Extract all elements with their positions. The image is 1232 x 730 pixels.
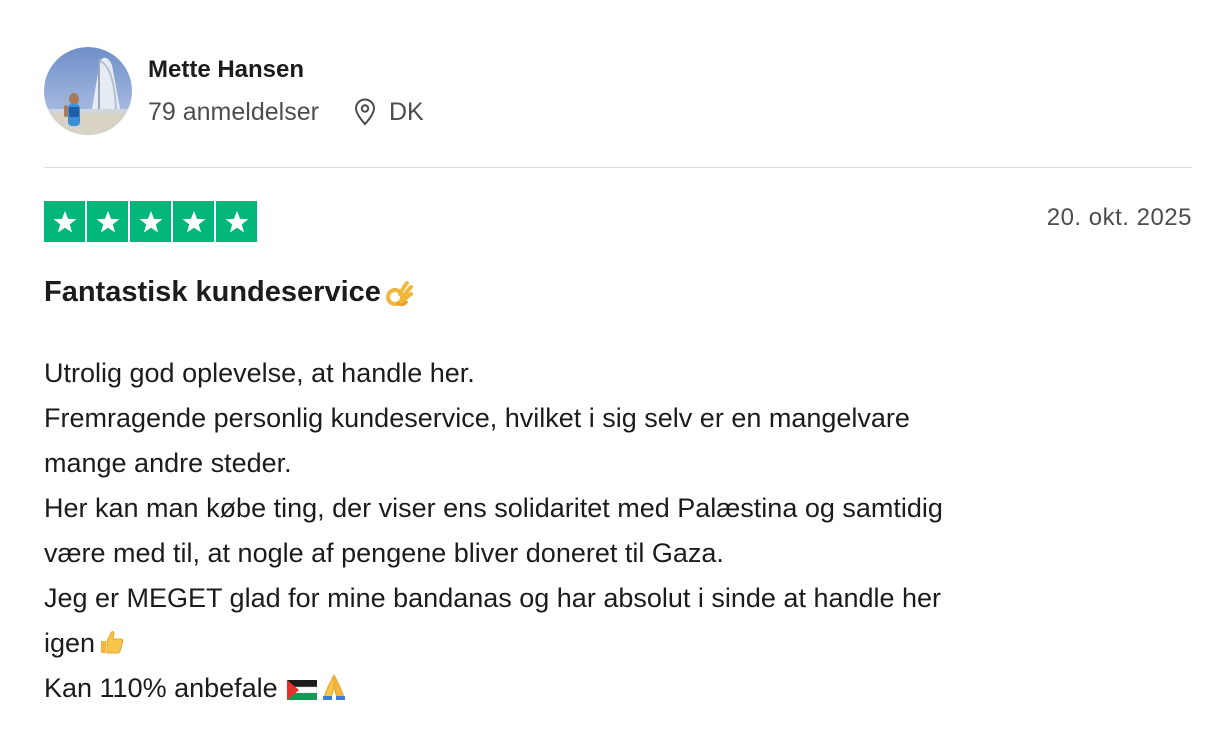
review-body: Utrolig god oplevelse, at handle her. Fr…: [44, 351, 1184, 711]
review-body-line: være med til, at nogle af pengene bliver…: [44, 538, 724, 568]
folded-hands-icon: [323, 674, 346, 700]
review-title[interactable]: Fantastisk kundeservice: [44, 276, 415, 309]
location-pin-icon: [354, 98, 375, 126]
thumbs-up-icon: [101, 631, 124, 654]
star-icon: [130, 201, 171, 242]
star-icon: [44, 201, 85, 242]
review-date: 20. okt. 2025: [1046, 204, 1192, 231]
star-icon: [87, 201, 128, 242]
reviewer-name[interactable]: Mette Hansen: [148, 55, 424, 85]
review-card: Mette Hansen 79 anmeldelser DK 20. okt. …: [44, 0, 1192, 730]
star-icon: [216, 201, 257, 242]
country-code: DK: [388, 98, 424, 126]
ok-hand-icon: [385, 280, 413, 306]
review-body-line: mange andre steder.: [44, 448, 292, 478]
review-body-line: Her kan man købe ting, der viser ens sol…: [44, 493, 943, 523]
reviewer-location: DK: [353, 97, 424, 127]
avatar[interactable]: [44, 47, 132, 135]
review-body-line-wrap: igen: [44, 621, 1184, 666]
divider: [44, 167, 1192, 168]
reviewer-meta: 79 anmeldelser DK: [148, 97, 424, 127]
avatar-photo: [44, 47, 132, 135]
review-body-line: Jeg er MEGET glad for mine bandanas og h…: [44, 583, 942, 613]
review-body-line: Fremragende personlig kundeservice, hvil…: [44, 403, 910, 433]
review-body-line: Kan 110% anbefale: [44, 673, 286, 703]
reviews-count[interactable]: 79 anmeldelser: [148, 97, 319, 127]
review-body-line-wrap: Kan 110% anbefale: [44, 666, 1184, 711]
reviewer-header: Mette Hansen 79 anmeldelser DK: [44, 46, 424, 136]
star-rating: [44, 201, 257, 242]
reviewer-info: Mette Hansen 79 anmeldelser DK: [148, 55, 424, 127]
palestine-flag-icon: [287, 680, 318, 700]
review-body-line: Utrolig god oplevelse, at handle her.: [44, 358, 475, 388]
review-body-line: igen: [44, 628, 96, 658]
review-title-text: Fantastisk kundeservice: [44, 276, 381, 308]
star-icon: [173, 201, 214, 242]
